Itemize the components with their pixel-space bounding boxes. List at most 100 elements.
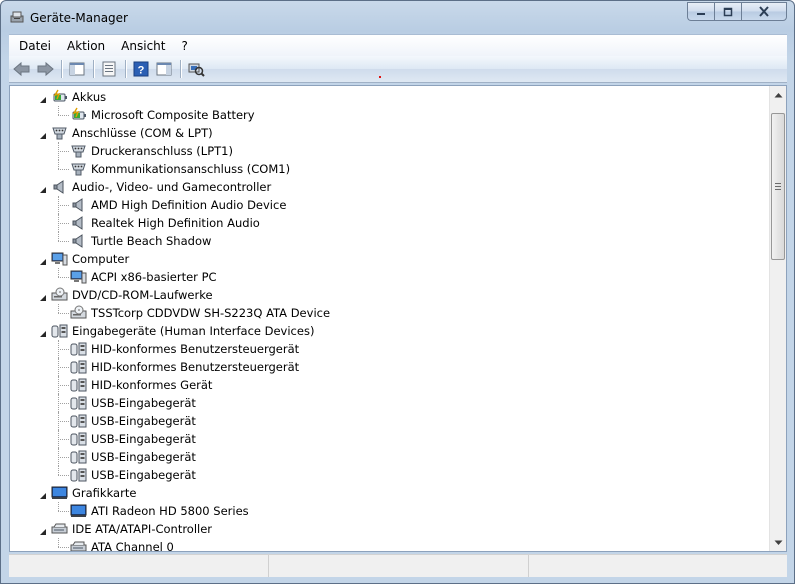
tree-category[interactable]: Computer bbox=[50, 250, 131, 268]
tree-expander[interactable] bbox=[39, 327, 47, 337]
tree-connector bbox=[58, 313, 69, 314]
tree-connector bbox=[58, 385, 69, 386]
tree-device[interactable]: Microsoft Composite Battery bbox=[69, 106, 257, 124]
device-tree: Akkus Microsoft Composite Battery Anschlüs… bbox=[10, 86, 770, 551]
back-button[interactable] bbox=[11, 58, 33, 80]
properties-button[interactable] bbox=[98, 58, 120, 80]
tree-connector bbox=[58, 538, 59, 547]
tree-device[interactable]: USB-Eingabegerät bbox=[69, 448, 198, 466]
tree-device[interactable]: ACPI x86-basierter PC bbox=[69, 268, 219, 286]
tree-device[interactable]: HID-konformes Gerät bbox=[69, 376, 214, 394]
scroll-up-button[interactable] bbox=[770, 86, 786, 103]
computer-icon bbox=[50, 251, 68, 267]
tree-connector bbox=[58, 502, 59, 511]
scan-hardware-button[interactable] bbox=[185, 58, 207, 80]
hid-icon bbox=[69, 431, 87, 447]
tree-device[interactable]: Druckeranschluss (LPT1) bbox=[69, 142, 235, 160]
tree-connector bbox=[58, 466, 59, 475]
status-pane bbox=[269, 555, 529, 577]
hid-icon bbox=[69, 413, 87, 429]
tree-device[interactable]: Turtle Beach Shadow bbox=[69, 232, 213, 250]
minimize-button[interactable] bbox=[687, 2, 714, 21]
tree-category[interactable]: Akkus bbox=[50, 88, 108, 106]
speaker-icon bbox=[50, 179, 68, 195]
tree-connector bbox=[58, 412, 59, 430]
tree-device[interactable]: USB-Eingabegerät bbox=[69, 430, 198, 448]
tree-device[interactable]: USB-Eingabegerät bbox=[69, 466, 198, 484]
close-button[interactable] bbox=[741, 2, 787, 21]
tree-connector bbox=[58, 349, 69, 350]
device-manager-icon bbox=[9, 9, 25, 25]
tree-device[interactable]: HID-konformes Benutzersteuergerät bbox=[69, 340, 301, 358]
drive-icon bbox=[69, 305, 87, 321]
tree-expander[interactable] bbox=[39, 129, 47, 139]
tree-category[interactable]: IDE ATA/ATAPI-Controller bbox=[50, 520, 214, 538]
display-icon bbox=[69, 503, 87, 519]
tree-connector bbox=[58, 277, 69, 278]
tree-item-label: HID-konformes Benutzersteuergerät bbox=[91, 342, 300, 356]
show-action-pane-button[interactable] bbox=[153, 58, 175, 80]
tree-item-label: TSSTcorp CDDVDW SH-S223Q ATA Device bbox=[91, 306, 331, 320]
tree-category[interactable]: Anschlüsse (COM & LPT) bbox=[50, 124, 215, 142]
tree-category[interactable]: DVD/CD-ROM-Laufwerke bbox=[50, 286, 215, 304]
tree-expander[interactable] bbox=[39, 93, 47, 103]
status-bar bbox=[9, 554, 787, 577]
scroll-thumb[interactable] bbox=[771, 113, 785, 260]
tree-expander[interactable] bbox=[39, 291, 47, 301]
tree-expander-icon bbox=[40, 493, 46, 499]
tree-expander-icon bbox=[40, 331, 46, 337]
tree-connector bbox=[58, 232, 59, 241]
menu-ansicht[interactable]: Ansicht bbox=[113, 36, 173, 56]
properties-icon bbox=[102, 61, 116, 77]
tree-device[interactable]: AMD High Definition Audio Device bbox=[69, 196, 288, 214]
tree-device[interactable]: USB-Eingabegerät bbox=[69, 412, 198, 430]
menu-aktion[interactable]: Aktion bbox=[59, 36, 113, 56]
tree-connector bbox=[58, 511, 69, 512]
tree-expander-icon bbox=[40, 187, 46, 193]
tree-category[interactable]: Audio-, Video- und Gamecontroller bbox=[50, 178, 273, 196]
menu-datei[interactable]: Datei bbox=[11, 36, 59, 56]
tree-expander[interactable] bbox=[39, 525, 47, 535]
battery-icon bbox=[69, 107, 87, 123]
device-manager-window: Geräte-Manager Datei Aktion Ansicht ? ? … bbox=[0, 0, 795, 584]
tree-connector bbox=[58, 268, 59, 277]
maximize-button[interactable] bbox=[714, 2, 741, 21]
tree-expander[interactable] bbox=[39, 489, 47, 499]
tree-connector bbox=[58, 223, 69, 224]
tree-device[interactable]: ATA Channel 0 bbox=[69, 538, 176, 551]
tree-device[interactable]: ATI Radeon HD 5800 Series bbox=[69, 502, 251, 520]
tree-device[interactable]: Realtek High Definition Audio bbox=[69, 214, 262, 232]
tree-category[interactable]: Grafikkarte bbox=[50, 484, 138, 502]
tree-connector bbox=[58, 169, 69, 170]
tree-connector bbox=[58, 160, 59, 169]
hid-icon bbox=[69, 467, 87, 483]
forward-button[interactable] bbox=[34, 58, 56, 80]
title-bar[interactable]: Geräte-Manager bbox=[1, 1, 794, 33]
status-pane bbox=[529, 555, 787, 577]
tree-device[interactable]: TSSTcorp CDDVDW SH-S223Q ATA Device bbox=[69, 304, 332, 322]
show-hide-console-tree-button[interactable] bbox=[66, 58, 88, 80]
tree-connector bbox=[58, 340, 59, 358]
speaker-icon bbox=[69, 233, 87, 249]
tree-expander[interactable] bbox=[39, 255, 47, 265]
scroll-grip bbox=[775, 183, 781, 190]
forward-icon bbox=[37, 61, 54, 77]
tree-item-label: Kommunikationsanschluss (COM1) bbox=[91, 162, 291, 176]
menu-bar: Datei Aktion Ansicht ? bbox=[9, 34, 787, 56]
menu-help[interactable]: ? bbox=[173, 36, 195, 56]
tree-expander[interactable] bbox=[39, 183, 47, 193]
help-button[interactable]: ? bbox=[130, 58, 152, 80]
tree-device[interactable]: HID-konformes Benutzersteuergerät bbox=[69, 358, 301, 376]
toolbar-separator bbox=[93, 60, 94, 78]
tree-device[interactable]: USB-Eingabegerät bbox=[69, 394, 198, 412]
scroll-down-button[interactable] bbox=[770, 534, 786, 551]
tree-item-label: HID-konformes Gerät bbox=[91, 378, 213, 392]
tree-connector bbox=[58, 547, 69, 548]
tree-device[interactable]: Kommunikationsanschluss (COM1) bbox=[69, 160, 292, 178]
vertical-scrollbar[interactable] bbox=[769, 86, 786, 551]
close-icon bbox=[759, 6, 769, 17]
tree-category[interactable]: Eingabegeräte (Human Interface Devices) bbox=[50, 322, 316, 340]
show-action-pane-icon bbox=[156, 62, 172, 76]
device-tree-pane: Akkus Microsoft Composite Battery Anschlüs… bbox=[9, 85, 787, 552]
tree-connector bbox=[58, 394, 59, 412]
